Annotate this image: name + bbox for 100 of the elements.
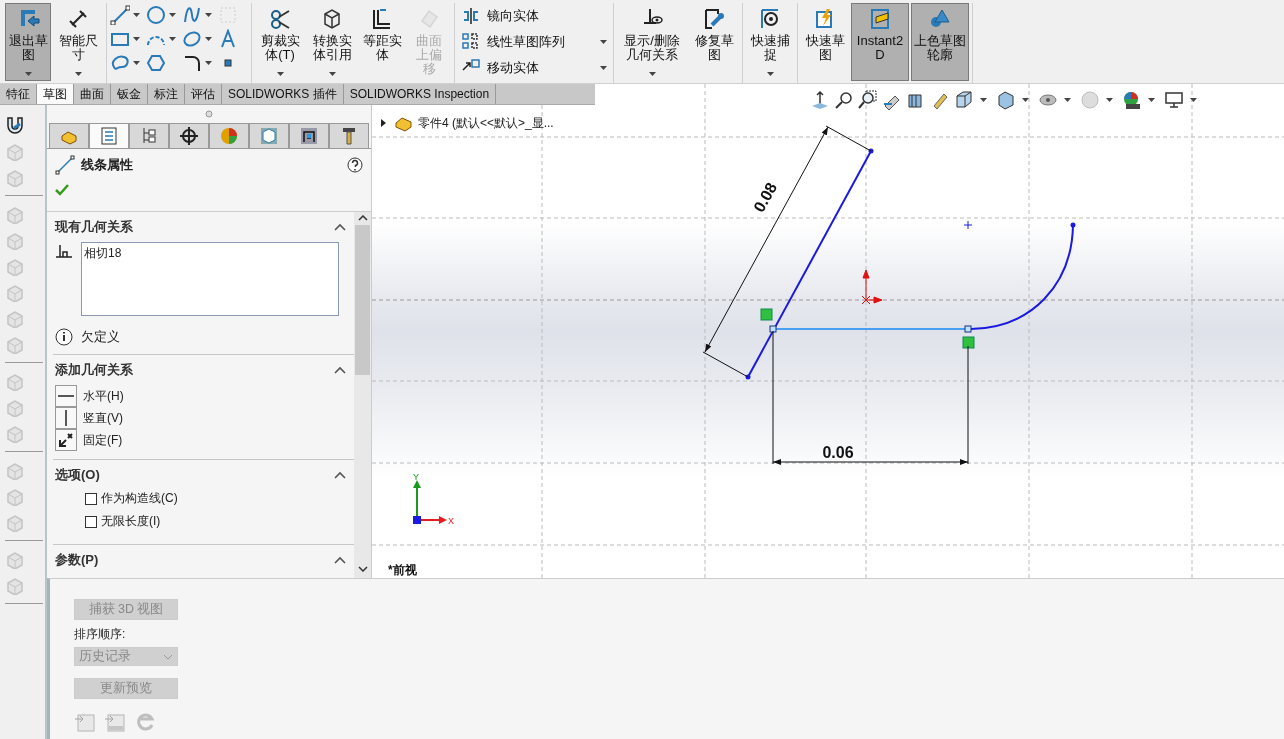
list-icon <box>99 126 119 146</box>
caret-icon <box>980 98 987 102</box>
section-title: 现有几何关系 <box>55 218 133 236</box>
linear-pattern-button[interactable]: 线性草图阵列 <box>459 31 609 53</box>
shaded-contours-button[interactable]: 上色草图轮廓 <box>911 3 969 81</box>
normal-to-icon[interactable] <box>810 90 830 110</box>
chevron-icon[interactable] <box>334 365 346 375</box>
caret-icon <box>133 61 140 65</box>
relation-button[interactable] <box>55 429 77 451</box>
line-icon[interactable] <box>110 5 130 25</box>
relation-marker-icon[interactable] <box>962 336 975 349</box>
pattern-icon <box>461 32 481 52</box>
ok-check-icon[interactable] <box>55 183 69 196</box>
panel-title: 线条属性 <box>81 156 134 174</box>
convert-button[interactable]: 转换实体引用 <box>307 3 357 81</box>
zoom-area-icon[interactable] <box>858 90 878 110</box>
point-icon[interactable] <box>963 220 973 230</box>
help-icon[interactable] <box>347 157 363 173</box>
caret-icon <box>205 13 212 17</box>
relation-button[interactable] <box>55 385 77 407</box>
scroll-down-icon[interactable] <box>357 566 368 572</box>
instant2d-button[interactable]: Instant2D <box>851 3 909 81</box>
exit-sketch-button[interactable]: 退出草图 <box>5 3 51 81</box>
axis-label: X <box>448 516 454 526</box>
line-icon <box>55 155 75 175</box>
axis-label: Y <box>413 472 419 482</box>
scrollbar-thumb[interactable] <box>355 225 370 375</box>
fillet-icon[interactable] <box>182 53 202 73</box>
caret-icon <box>1148 98 1155 102</box>
relations-list[interactable]: 相切18 <box>81 242 339 316</box>
scroll-up-icon[interactable] <box>357 215 368 221</box>
smart-dimension-button[interactable]: 智能尺寸 <box>53 3 103 81</box>
trim-button[interactable]: 剪裁实体(T) <box>255 3 305 81</box>
offset-button[interactable]: 等距实体 <box>359 3 405 81</box>
panel-tab[interactable] <box>289 123 329 148</box>
caret-icon <box>1190 98 1197 102</box>
move-button[interactable]: 移动实体 <box>459 57 609 79</box>
scene-icon[interactable] <box>1122 90 1142 110</box>
caret-icon <box>1064 98 1071 102</box>
caret-icon <box>205 61 212 65</box>
magnet-icon[interactable] <box>5 115 25 135</box>
wrench-icon <box>702 7 726 31</box>
relation-label: 水平(H) <box>83 387 124 405</box>
chevron-icon[interactable] <box>334 222 346 232</box>
relation-item[interactable]: 相切18 <box>84 245 336 262</box>
chevron-icon[interactable] <box>334 555 346 565</box>
panel-tab[interactable] <box>169 123 209 148</box>
option-label: 无限长度(I) <box>101 513 161 530</box>
relation-button[interactable] <box>55 407 77 429</box>
polygon-icon[interactable] <box>146 53 166 73</box>
grip-icon[interactable] <box>205 110 213 118</box>
spline-icon[interactable] <box>182 5 202 25</box>
caret-icon <box>1022 98 1029 102</box>
caret-icon <box>1106 98 1113 102</box>
relation-label: 固定(F) <box>83 431 123 449</box>
ribbon-tab[interactable]: 草图 <box>37 84 74 104</box>
relation-label: 竖直(V) <box>83 409 123 427</box>
caret-icon <box>133 13 140 17</box>
info-icon <box>55 328 73 346</box>
sort-order-label: 排序顺序: <box>74 626 126 643</box>
sketch-arc[interactable] <box>970 222 1076 330</box>
caret-icon <box>600 66 607 70</box>
status-text: 欠定义 <box>81 328 120 346</box>
chevron-icon[interactable] <box>334 470 346 480</box>
mirror-button[interactable]: 镜向实体 <box>459 5 609 27</box>
zoom-fit-icon[interactable] <box>834 90 854 110</box>
monitor-icon[interactable] <box>1164 90 1184 110</box>
caret-icon <box>600 40 607 44</box>
caret-icon <box>133 37 140 41</box>
slot-icon[interactable] <box>110 53 130 73</box>
section-title: 添加几何关系 <box>55 361 133 379</box>
checkbox[interactable] <box>85 515 97 528</box>
caret-icon <box>169 37 176 41</box>
quick-snap-button[interactable]: 快速捕捉 <box>746 3 794 81</box>
tangent-icon <box>55 242 73 260</box>
circle-icon[interactable] <box>146 5 166 25</box>
relations-button[interactable]: 显示/删除几何关系 <box>617 3 687 81</box>
expand-arrow-icon[interactable] <box>380 119 388 127</box>
panel-tab[interactable] <box>329 123 369 148</box>
sketch-line[interactable] <box>745 148 874 380</box>
text-tool-icon[interactable] <box>218 29 238 49</box>
ellipse-icon[interactable] <box>182 29 202 49</box>
dimension-value[interactable]: 0.06 <box>822 444 854 461</box>
mirror-icon <box>461 6 481 26</box>
chevron-down-icon <box>163 653 173 660</box>
dimension-value[interactable]: 0.08 <box>750 179 781 216</box>
repair-sketch-button[interactable]: 修复草图 <box>689 3 739 81</box>
trim-icon <box>268 7 292 31</box>
rapid-sketch-button[interactable]: 快速草图 <box>801 3 849 81</box>
crosshair-icon <box>179 126 199 146</box>
relation-marker-icon[interactable] <box>760 308 773 321</box>
section-title: 选项(O) <box>55 466 100 484</box>
caret-icon <box>205 37 212 41</box>
display-style-icon[interactable] <box>996 90 1016 110</box>
tree-item-label[interactable]: 零件4 (默认<<默认>_显... <box>418 114 554 132</box>
origin-icon <box>861 269 883 305</box>
view-orientation-icon[interactable] <box>954 90 974 110</box>
option-label: 作为构造线(C) <box>101 490 178 507</box>
ruler-icon <box>868 7 892 31</box>
checkbox[interactable] <box>85 492 97 505</box>
